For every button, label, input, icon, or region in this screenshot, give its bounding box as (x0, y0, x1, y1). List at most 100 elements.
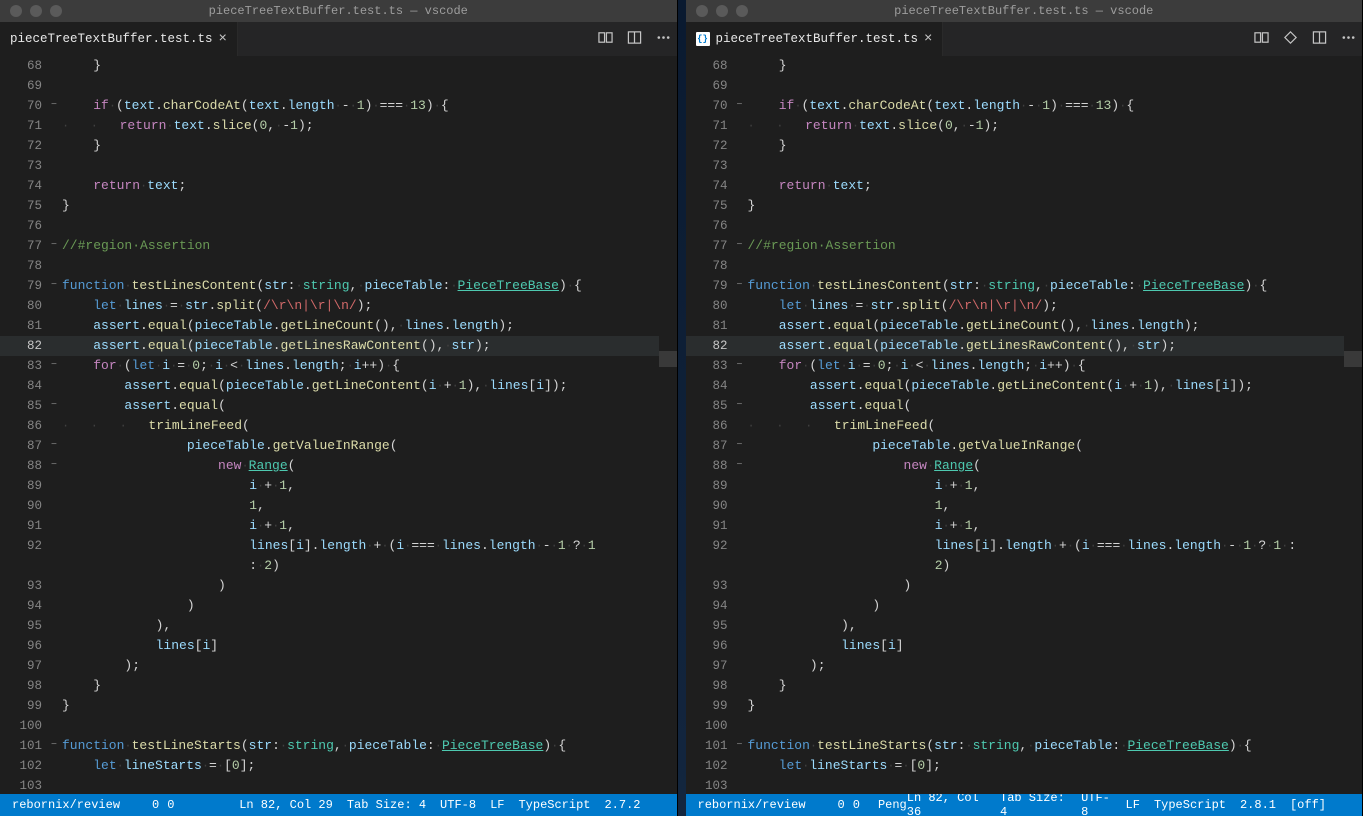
fold-icon[interactable] (732, 676, 748, 696)
line-content[interactable]: //#region·Assertion (62, 236, 677, 256)
code-line[interactable]: 90 1, (686, 496, 1363, 516)
line-content[interactable]: } (748, 196, 1363, 216)
line-content[interactable]: } (748, 696, 1363, 716)
more-icon[interactable] (1341, 30, 1356, 49)
close-icon[interactable]: × (924, 32, 932, 46)
code-line[interactable]: 87 − pieceTable.getValueInRange( (0, 436, 677, 456)
code-line[interactable]: 103 (0, 776, 677, 794)
line-content[interactable]: } (748, 56, 1363, 76)
code-line[interactable]: 89 i·+·1, (0, 476, 677, 496)
fold-icon[interactable] (732, 316, 748, 336)
code-line[interactable]: 101 − function·testLineStarts(str:·strin… (0, 736, 677, 756)
code-line[interactable]: 82 assert.equal(pieceTable.getLinesRawCo… (0, 336, 677, 356)
status-tsversion[interactable]: 2.8.1 (1240, 798, 1276, 812)
line-content[interactable]: · · return·text.slice(0,·-1); (748, 116, 1363, 136)
code-line[interactable]: 79 − function·testLinesContent(str:·stri… (0, 276, 677, 296)
fold-icon[interactable]: − (732, 736, 748, 756)
code-line[interactable]: 97 ); (686, 656, 1363, 676)
fold-icon[interactable] (46, 116, 62, 136)
line-content[interactable] (62, 216, 677, 236)
code-line[interactable]: 101 − function·testLineStarts(str:·strin… (686, 736, 1363, 756)
line-content[interactable]: let·lines·=·str.split(/\r\n|\r|\n/); (62, 296, 677, 316)
fold-icon[interactable] (732, 116, 748, 136)
max-dot[interactable] (736, 5, 748, 17)
code-editor[interactable]: 68 } 69 70 − if·(text.cha (686, 56, 1363, 794)
code-line[interactable]: 74 return·text; (686, 176, 1363, 196)
line-content[interactable]: let·lineStarts·=·[0]; (748, 756, 1363, 776)
line-content[interactable]: return·text; (62, 176, 677, 196)
fold-icon[interactable] (46, 556, 62, 576)
close-dot[interactable] (696, 5, 708, 17)
line-content[interactable]: 1, (748, 496, 1363, 516)
line-content[interactable]: for·(let·i·=·0;·i·<·lines.length;·i++)·{ (748, 356, 1363, 376)
min-dot[interactable] (716, 5, 728, 17)
line-content[interactable]: ), (748, 616, 1363, 636)
code-line[interactable]: 88 − new·Range( (686, 456, 1363, 476)
fold-icon[interactable]: − (732, 356, 748, 376)
line-content[interactable]: ); (62, 656, 677, 676)
fold-icon[interactable] (46, 216, 62, 236)
line-content[interactable]: i·+·1, (748, 476, 1363, 496)
minimap-viewport[interactable] (659, 351, 677, 367)
code-line[interactable]: 83 − for·(let·i·=·0;·i·<·lines.length;·i… (0, 356, 677, 376)
line-content[interactable]: assert.equal(pieceTable.getLineCount(),·… (62, 316, 677, 336)
close-icon[interactable]: × (219, 32, 227, 46)
line-content[interactable]: return·text; (748, 176, 1363, 196)
fold-icon[interactable]: − (46, 456, 62, 476)
code-line[interactable]: 80 let·lines·=·str.split(/\r\n|\r|\n/); (0, 296, 677, 316)
line-content[interactable] (748, 216, 1363, 236)
line-content[interactable]: assert.equal( (748, 396, 1363, 416)
fold-icon[interactable] (732, 476, 748, 496)
line-content[interactable]: ) (748, 596, 1363, 616)
code-line[interactable]: 96 lines[i] (686, 636, 1363, 656)
fold-icon[interactable] (46, 136, 62, 156)
fold-icon[interactable]: − (732, 436, 748, 456)
fold-icon[interactable] (46, 196, 62, 216)
code-line[interactable]: 86 · · · trimLineFeed( (686, 416, 1363, 436)
fold-icon[interactable] (732, 696, 748, 716)
line-content[interactable] (748, 776, 1363, 794)
code-line[interactable]: 70 − if·(text.charCodeAt(text.length·-·1… (686, 96, 1363, 116)
fold-icon[interactable]: − (732, 396, 748, 416)
line-content[interactable]: if·(text.charCodeAt(text.length·-·1)·===… (62, 96, 677, 116)
code-line[interactable]: 84 assert.equal(pieceTable.getLineConten… (0, 376, 677, 396)
fold-icon[interactable] (732, 176, 748, 196)
code-line[interactable]: 86 · · · trimLineFeed( (0, 416, 677, 436)
line-content[interactable]: ) (748, 576, 1363, 596)
fold-icon[interactable] (732, 416, 748, 436)
line-content[interactable] (748, 256, 1363, 276)
code-line[interactable]: 78 (0, 256, 677, 276)
line-content[interactable]: 2) (748, 556, 1363, 576)
code-line[interactable]: 82 assert.equal(pieceTable.getLinesRawCo… (686, 336, 1363, 356)
fold-icon[interactable] (46, 56, 62, 76)
code-line[interactable]: 98 } (686, 676, 1363, 696)
fold-icon[interactable] (732, 616, 748, 636)
fold-icon[interactable] (46, 636, 62, 656)
status-eol[interactable]: LF (490, 798, 504, 812)
fold-icon[interactable] (732, 756, 748, 776)
fold-icon[interactable] (732, 216, 748, 236)
status-indent[interactable]: Tab Size: 4 (347, 798, 426, 812)
code-line[interactable]: 79 − function·testLinesContent(str:·stri… (686, 276, 1363, 296)
traffic-lights[interactable] (696, 5, 748, 17)
code-line[interactable]: 68 } (686, 56, 1363, 76)
line-content[interactable]: :·2) (62, 556, 677, 576)
status-tsversion[interactable]: 2.7.2 (604, 798, 640, 812)
line-content[interactable] (748, 76, 1363, 96)
fold-icon[interactable] (732, 76, 748, 96)
line-content[interactable] (62, 716, 677, 736)
fold-icon[interactable]: − (46, 236, 62, 256)
status-encoding[interactable]: UTF-8 (1081, 791, 1111, 816)
code-line[interactable]: 91 i·+·1, (686, 516, 1363, 536)
line-content[interactable]: · · return·text.slice(0,·-1); (62, 116, 677, 136)
status-cursor[interactable]: Ln 82, Col 29 (239, 798, 333, 812)
line-content[interactable]: function·testLineStarts(str:·string,·pie… (748, 736, 1363, 756)
line-content[interactable]: assert.equal(pieceTable.getLinesRawConte… (62, 336, 677, 356)
fold-icon[interactable] (46, 416, 62, 436)
code-line[interactable]: 99 } (0, 696, 677, 716)
fold-icon[interactable] (732, 196, 748, 216)
code-line[interactable]: 93 ) (686, 576, 1363, 596)
minimap-viewport[interactable] (1344, 351, 1362, 367)
fold-icon[interactable] (46, 656, 62, 676)
fold-icon[interactable] (732, 376, 748, 396)
